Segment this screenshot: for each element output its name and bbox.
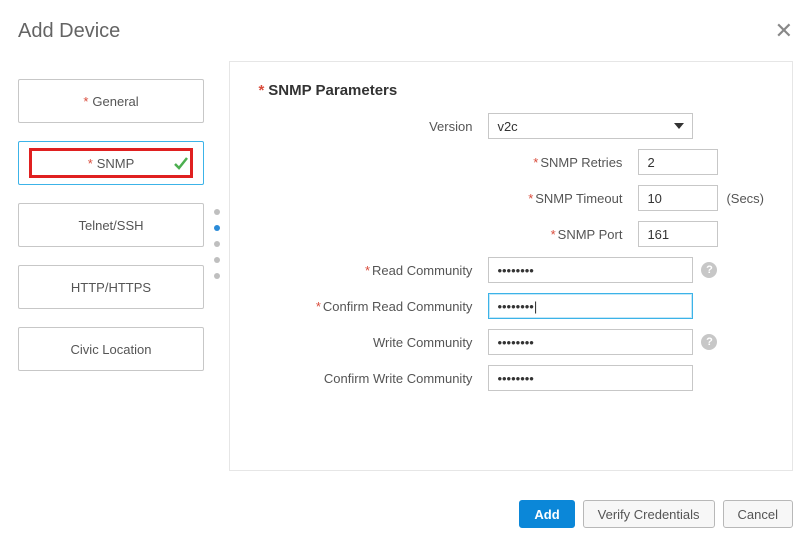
dot — [214, 209, 220, 215]
read-community-input[interactable] — [488, 257, 693, 283]
sidebar-item-snmp[interactable]: * SNMP — [18, 141, 204, 185]
cancel-button[interactable]: Cancel — [723, 500, 793, 528]
verify-credentials-button[interactable]: Verify Credentials — [583, 500, 715, 528]
help-icon[interactable]: ? — [701, 262, 717, 278]
close-icon[interactable]: ✕ — [775, 20, 793, 42]
help-icon[interactable]: ? — [701, 334, 717, 350]
version-select[interactable]: v2c — [488, 113, 693, 139]
required-star: * — [83, 94, 88, 109]
dot-active — [214, 225, 220, 231]
page-title: Add Device — [18, 20, 120, 43]
sidebar-item-label: SNMP — [97, 156, 135, 171]
timeout-input[interactable] — [638, 185, 718, 211]
form-panel: *SNMP Parameters Version v2c *SNMP Retri… — [229, 61, 793, 471]
label-port: *SNMP Port — [258, 227, 638, 242]
timeout-suffix: (Secs) — [726, 191, 764, 206]
add-button[interactable]: Add — [519, 500, 574, 528]
dot — [214, 273, 220, 279]
label-write: Write Community — [258, 335, 488, 350]
sidebar-item-label: HTTP/HTTPS — [71, 280, 151, 295]
sidebar: * General * SNMP Telnet/SSH HTTP/HTTPS C… — [18, 61, 204, 471]
label-timeout: *SNMP Timeout — [258, 191, 638, 206]
footer-buttons: Add Verify Credentials Cancel — [519, 500, 793, 528]
dot — [214, 257, 220, 263]
check-icon — [173, 155, 189, 171]
retries-input[interactable] — [638, 149, 718, 175]
confirm-write-community-input[interactable] — [488, 365, 693, 391]
sidebar-item-telnet[interactable]: Telnet/SSH — [18, 203, 204, 247]
write-community-input[interactable] — [488, 329, 693, 355]
sidebar-item-label: General — [92, 94, 138, 109]
label-confirm-read: *Confirm Read Community — [258, 299, 488, 314]
sidebar-item-general[interactable]: * General — [18, 79, 204, 123]
required-star: * — [88, 156, 93, 171]
port-input[interactable] — [638, 221, 718, 247]
confirm-read-community-input[interactable] — [488, 293, 693, 319]
sidebar-item-label: Telnet/SSH — [78, 218, 143, 233]
label-retries: *SNMP Retries — [258, 155, 638, 170]
sidebar-item-civic[interactable]: Civic Location — [18, 327, 204, 371]
label-version: Version — [258, 119, 488, 134]
sidebar-item-label: Civic Location — [71, 342, 152, 357]
step-dots — [204, 61, 229, 471]
sidebar-item-http[interactable]: HTTP/HTTPS — [18, 265, 204, 309]
dot — [214, 241, 220, 247]
label-confirm-write: Confirm Write Community — [258, 371, 488, 386]
panel-title: *SNMP Parameters — [258, 82, 764, 99]
label-read: *Read Community — [258, 263, 488, 278]
